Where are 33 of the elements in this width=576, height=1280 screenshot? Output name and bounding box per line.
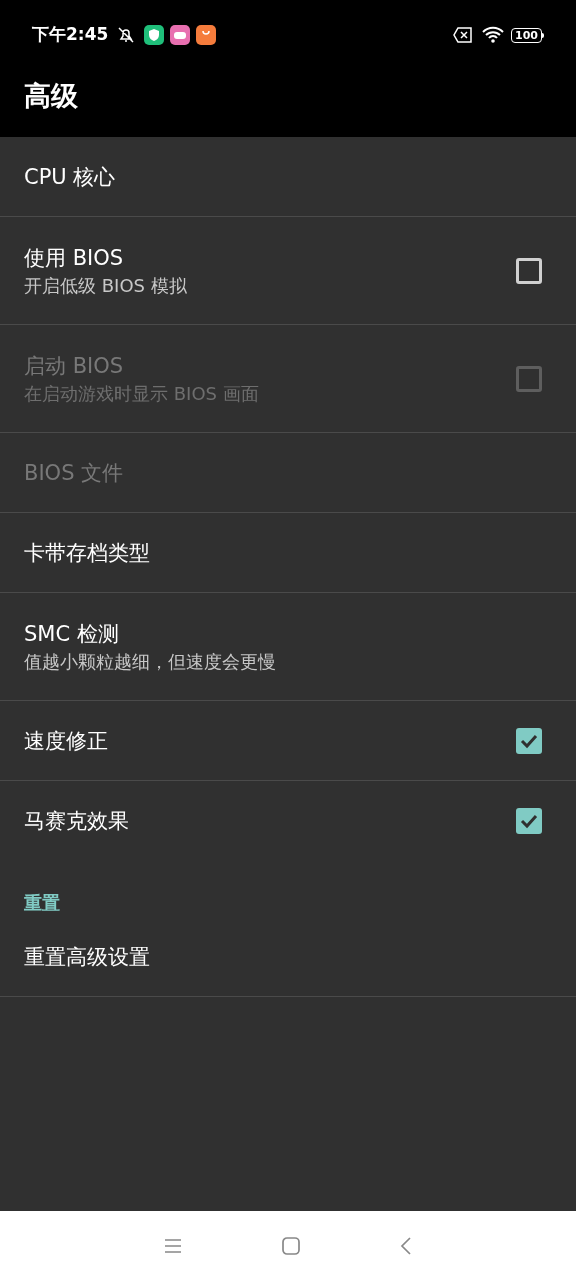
battery-indicator: 100: [511, 27, 544, 43]
back-icon[interactable]: [400, 1236, 412, 1255]
checkbox[interactable]: [516, 808, 542, 834]
preference-summary: 值越小颗粒越细，但速度会更慢: [24, 649, 277, 674]
preference-item[interactable]: 使用 BIOS 开启低级 BIOS 模拟: [0, 217, 576, 325]
preference-title: BIOS 文件: [24, 459, 125, 487]
preference-item[interactable]: CPU 核心: [0, 137, 576, 217]
preference-item[interactable]: 重置高级设置: [0, 917, 576, 997]
status-time: 下午2:45: [32, 23, 109, 47]
preference-item[interactable]: 马赛克效果: [0, 781, 576, 861]
preference-title: 卡带存档类型: [24, 539, 151, 567]
preference-item[interactable]: 卡带存档类型: [0, 513, 576, 593]
preference-item[interactable]: SMC 检测 值越小颗粒越细，但速度会更慢: [0, 593, 576, 701]
gamepad-app-icon: [170, 25, 191, 45]
preference-title: SMC 检测: [24, 620, 120, 648]
preference-title: 重置高级设置: [24, 943, 151, 971]
checkbox[interactable]: [516, 727, 542, 754]
preference-title: 使用 BIOS: [24, 244, 125, 272]
preference-title: 速度修正: [24, 727, 109, 755]
screen-title: 高级: [24, 78, 78, 113]
home-icon[interactable]: [282, 1236, 300, 1255]
preference-title: 启动 BIOS: [24, 352, 125, 380]
preference-item[interactable]: 速度修正: [0, 701, 576, 781]
preference-title: CPU 核心: [24, 163, 117, 191]
preference-summary: 开启低级 BIOS 模拟: [24, 273, 188, 298]
shop-app-icon: [196, 25, 217, 45]
preference-title: 马赛克效果: [24, 808, 130, 835]
shield-app-icon: [144, 25, 165, 45]
section-header: 重置: [24, 890, 60, 915]
menu-icon[interactable]: [164, 1237, 182, 1254]
sim-error-icon: [453, 27, 474, 43]
wifi-icon: [481, 26, 506, 44]
preference-summary: 在启动游戏时显示 BIOS 画面: [24, 381, 260, 406]
